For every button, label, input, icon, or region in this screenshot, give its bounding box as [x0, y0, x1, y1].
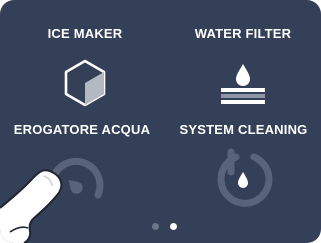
water-filter-icon [221, 64, 265, 104]
ice-maker-label: ICE MAKER [47, 26, 123, 41]
system-cleaning-tile[interactable]: SYSTEM CLEANING [166, 115, 321, 215]
erogatore-acqua-tile[interactable]: EROGATORE ACQUA [0, 115, 150, 243]
ice-cube-icon [64, 59, 106, 107]
water-filter-tile[interactable]: WATER FILTER [168, 0, 318, 115]
water-dispenser-gauge-icon [48, 157, 104, 199]
page-dot-1[interactable] [152, 223, 159, 230]
system-cleaning-icon [217, 148, 273, 207]
ice-maker-tile[interactable]: ICE MAKER [10, 0, 160, 115]
system-cleaning-label: SYSTEM CLEANING [179, 122, 308, 137]
page-dot-2[interactable] [170, 223, 177, 230]
water-filter-label: WATER FILTER [194, 26, 292, 41]
page-indicator [148, 223, 182, 233]
appliance-menu-screen: ICE MAKER WATER FILTER EROGATORE ACQUA S… [0, 0, 321, 243]
erogatore-acqua-label: EROGATORE ACQUA [13, 122, 151, 137]
